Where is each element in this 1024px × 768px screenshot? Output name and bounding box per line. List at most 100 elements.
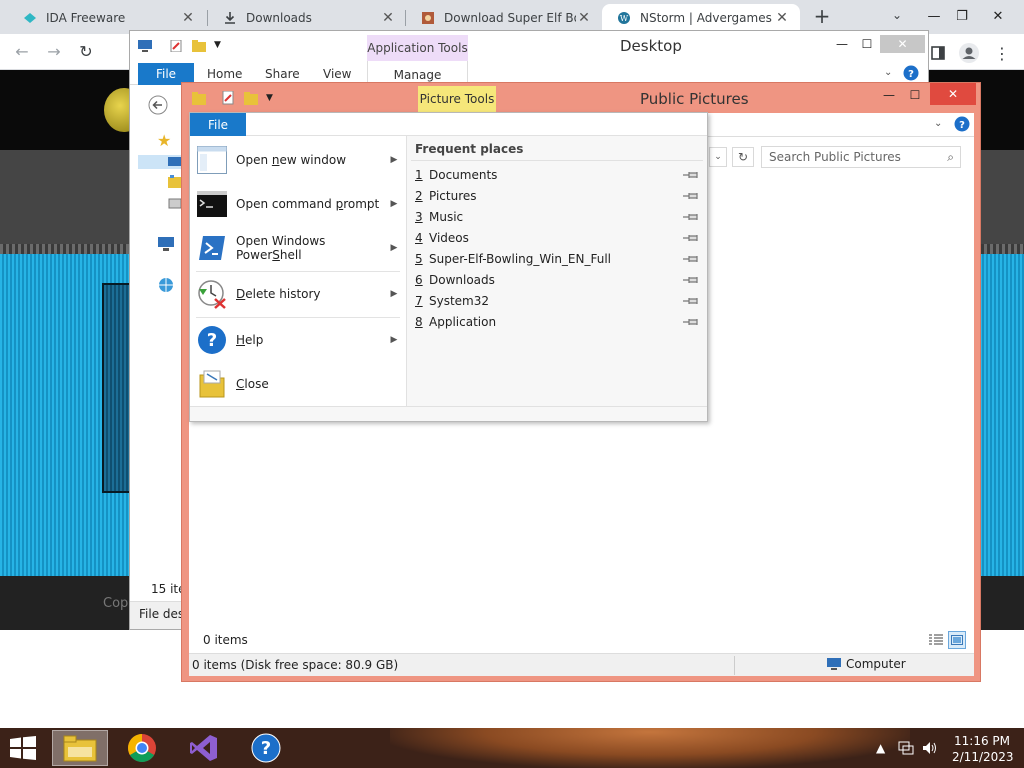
network-tray-icon[interactable]	[898, 728, 914, 768]
access-key: H	[236, 333, 246, 347]
ribbon-view-tab[interactable]: View	[323, 67, 351, 81]
pin-icon[interactable]	[682, 254, 700, 264]
ida-icon	[22, 10, 38, 26]
frequent-place-videos[interactable]: 4 Videos	[415, 228, 700, 248]
desktop-navigation-pane: ★	[130, 85, 182, 595]
pin-icon[interactable]	[682, 296, 700, 306]
item-label: Open	[236, 153, 272, 167]
customize-qat-chevron-icon[interactable]: ▼	[266, 93, 273, 103]
new-window-icon	[196, 144, 228, 176]
frequent-place-documents[interactable]: 1 Documents	[415, 165, 700, 185]
volume-tray-icon[interactable]	[922, 728, 938, 768]
powershell-icon	[196, 232, 228, 264]
open-new-window-item[interactable]: Open new window ▶	[190, 138, 407, 182]
application-tools-tab[interactable]: Application Tools	[367, 35, 468, 61]
ribbon-home-tab[interactable]: Home	[207, 67, 242, 81]
file-explorer-icon	[63, 735, 97, 762]
taskbar-help[interactable]: ?	[238, 730, 294, 766]
close-tab-icon[interactable]: ✕	[576, 10, 592, 26]
frequent-place-downloads[interactable]: 6 Downloads	[415, 270, 700, 290]
picture-tools-tab[interactable]: Picture Tools	[418, 86, 496, 112]
taskbar-visual-studio[interactable]	[176, 730, 232, 766]
this-pc-icon[interactable]	[158, 237, 174, 251]
back-arrow-icon[interactable]: ←	[12, 42, 32, 62]
clock-time: 11:16 PM	[954, 734, 1010, 748]
delete-history-item[interactable]: Delete history ▶	[190, 272, 407, 316]
tab-title: IDA Freeware	[46, 11, 126, 25]
browser-menu-icon[interactable]: ⋮	[991, 42, 1013, 64]
frequent-places-heading: Frequent places	[415, 142, 524, 156]
browser-tab-ida[interactable]: IDA Freeware ✕	[8, 4, 206, 32]
open-powershell-item[interactable]: Open Windows PowerShell ▶	[190, 226, 407, 270]
close-browser-button[interactable]: ✕	[978, 0, 1018, 32]
close-desktop-button[interactable]: ✕	[880, 35, 925, 53]
close-tab-icon[interactable]: ✕	[774, 10, 790, 26]
customize-qat-chevron-icon[interactable]: ▼	[214, 40, 221, 50]
maximize-desktop-button[interactable]: ☐	[852, 35, 882, 53]
refresh-icon[interactable]: ↻	[732, 147, 754, 167]
search-input[interactable]: Search Public Pictures ⌕	[761, 146, 961, 168]
frequent-place-pictures[interactable]: 2 Pictures	[415, 186, 700, 206]
place-number: 3	[415, 210, 423, 224]
browser-tab-elf-bowl[interactable]: Download Super Elf Bowl ✕	[406, 4, 602, 32]
pin-icon[interactable]	[682, 233, 700, 243]
close-item[interactable]: Close	[190, 362, 407, 406]
expand-ribbon-chevron-icon[interactable]: ⌄	[934, 118, 942, 129]
show-hidden-icons-icon[interactable]: ▲	[876, 728, 885, 768]
taskbar-file-explorer[interactable]	[52, 730, 108, 766]
help-item[interactable]: ? Help ▶	[190, 318, 407, 362]
profile-avatar-icon[interactable]	[958, 42, 980, 64]
close-tab-icon[interactable]: ✕	[380, 10, 396, 26]
forward-arrow-icon[interactable]: →	[44, 42, 64, 62]
file-menu-tab[interactable]: File	[190, 113, 246, 136]
status-divider	[734, 656, 735, 675]
access-key: D	[236, 287, 246, 301]
expand-ribbon-chevron-icon[interactable]: ⌄	[884, 67, 892, 78]
pin-icon[interactable]	[682, 317, 700, 327]
item-label: rompt	[343, 197, 380, 211]
network-icon[interactable]	[158, 277, 174, 293]
properties-icon[interactable]	[170, 40, 184, 52]
close-tab-icon[interactable]: ✕	[180, 10, 196, 26]
taskbar-chrome[interactable]	[114, 730, 170, 766]
frequent-place-application[interactable]: 8 Application	[415, 312, 700, 332]
place-name: Pictures	[429, 189, 477, 203]
favorites-star-icon[interactable]: ★	[157, 131, 171, 150]
restore-browser-button[interactable]: ❐	[942, 0, 982, 32]
side-panel-icon[interactable]	[927, 42, 949, 64]
ribbon-share-tab[interactable]: Share	[265, 67, 300, 81]
reload-icon[interactable]: ↻	[76, 42, 96, 62]
tab-search-chevron-icon[interactable]: ⌄	[892, 8, 902, 22]
new-folder-icon[interactable]	[192, 40, 206, 52]
pin-icon[interactable]	[682, 275, 700, 285]
libraries-icon[interactable]	[168, 175, 182, 189]
pin-icon[interactable]	[682, 212, 700, 222]
back-circle-icon[interactable]	[148, 95, 168, 115]
place-name: Super-Elf-Bowling_Win_EN_Full	[429, 252, 612, 266]
large-icons-view-icon[interactable]	[948, 631, 966, 649]
item-label: lose	[244, 377, 269, 391]
taskbar-clock[interactable]: 11:16 PM 2/11/2023	[952, 733, 1014, 765]
pin-icon[interactable]	[682, 170, 700, 180]
frequent-place-system32[interactable]: 7 System32	[415, 291, 700, 311]
address-dropdown-chevron-icon[interactable]: ⌄	[709, 147, 727, 167]
new-tab-button[interactable]: +	[812, 6, 832, 26]
open-command-prompt-item[interactable]: Open command prompt ▶	[190, 182, 407, 226]
close-pictures-button[interactable]: ✕	[930, 83, 976, 105]
homegroup-icon[interactable]	[168, 197, 182, 211]
frequent-place-music[interactable]: 3 Music	[415, 207, 700, 227]
new-folder-icon[interactable]	[244, 91, 258, 105]
frequent-place-super-elf-bowling[interactable]: 5 Super-Elf-Bowling_Win_EN_Full	[415, 249, 700, 269]
pictures-status-bar: 0 items (Disk free space: 80.9 GB) Compu…	[189, 653, 974, 676]
browser-tab-downloads[interactable]: Downloads ✕	[208, 4, 406, 32]
help-icon[interactable]: ?	[903, 65, 919, 81]
pin-icon[interactable]	[682, 191, 700, 201]
windows-start-icon[interactable]	[8, 736, 38, 760]
browser-tab-nstorm[interactable]: W NStorm | Advergames si ✕	[602, 4, 800, 32]
details-view-icon[interactable]	[927, 631, 945, 649]
properties-icon[interactable]	[222, 91, 236, 105]
item-label: elete history	[245, 287, 321, 301]
help-icon[interactable]: ?	[954, 116, 970, 132]
maximize-pictures-button[interactable]: ☐	[900, 85, 930, 105]
place-number: 2	[415, 189, 423, 203]
